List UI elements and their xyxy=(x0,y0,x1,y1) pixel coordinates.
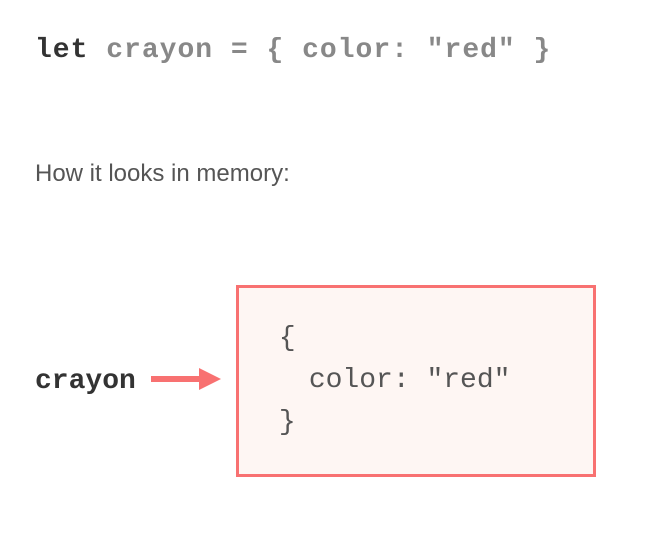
memory-diagram: crayon { color: "red" } xyxy=(35,285,596,477)
variable-name: crayon xyxy=(106,35,213,66)
code-declaration: let crayon = { color: "red" } xyxy=(35,35,551,66)
keyword-let: let xyxy=(35,35,88,66)
memory-box: { color: "red" } xyxy=(236,285,596,477)
object-content: color: "red" xyxy=(279,360,553,402)
equals-sign: = xyxy=(231,35,249,66)
close-brace: } xyxy=(279,402,553,444)
object-literal: { color: "red" } xyxy=(267,35,552,66)
memory-caption: How it looks in memory: xyxy=(35,160,290,188)
open-brace: { xyxy=(279,318,553,360)
arrow-icon xyxy=(151,364,221,399)
pointer-label: crayon xyxy=(35,366,136,397)
